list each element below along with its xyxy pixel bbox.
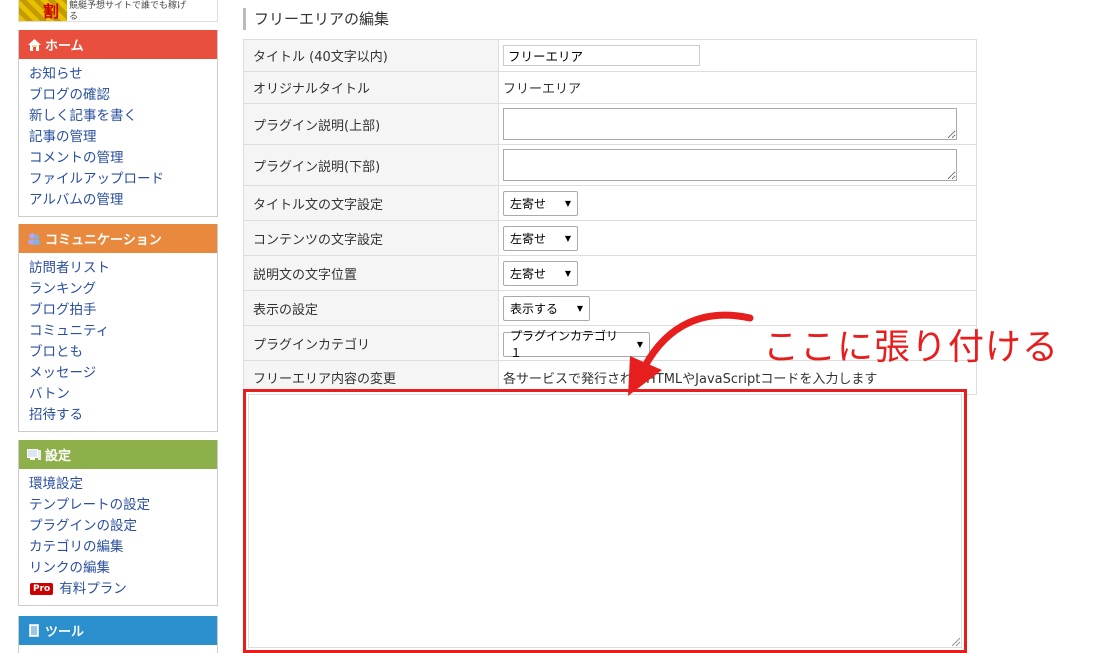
sidebar-home-section: ホーム お知らせ ブログの確認 新しく記事を書く 記事の管理 コメントの管理 フ… <box>18 30 218 217</box>
display-label: 表示の設定 <box>243 290 499 326</box>
form-row-title-align: タイトル文の文字設定 左寄せ ▼ <box>243 185 977 221</box>
desc-bottom-label: プラグイン説明(下部) <box>243 144 499 186</box>
sidebar-item-manage-comments[interactable]: コメントの管理 <box>29 148 217 169</box>
ad-text-line2: る <box>69 12 79 22</box>
sidebar-item-messages[interactable]: メッセージ <box>29 363 217 384</box>
desc-bottom-textarea[interactable] <box>503 149 957 181</box>
content-align-label: コンテンツの文字設定 <box>243 220 499 256</box>
sidebar-home-title: ホーム <box>45 39 84 54</box>
tool-icon <box>27 624 41 638</box>
sidebar-item-blog-clap[interactable]: ブログ拍手 <box>29 300 217 321</box>
sidebar-item-invite[interactable]: 招待する <box>29 405 217 426</box>
dropdown-arrow-icon: ▼ <box>564 198 571 208</box>
sidebar-tools-section: ツール <box>18 616 218 653</box>
form-row-title: タイトル (40文字以内) <box>243 39 977 72</box>
monitor-icon <box>27 448 41 462</box>
title-input[interactable] <box>503 45 700 66</box>
title-align-label: タイトル文の文字設定 <box>243 185 499 221</box>
sidebar-home-header[interactable]: ホーム <box>19 30 217 59</box>
sidebar-settings-header[interactable]: 設定 <box>19 440 217 469</box>
home-icon <box>27 38 41 52</box>
display-select[interactable]: 表示する ▼ <box>503 295 590 321</box>
page-title: フリーエリアの編集 <box>243 8 389 30</box>
sidebar-settings-list: 環境設定 テンプレートの設定 プラグインの設定 カテゴリの編集 リンクの編集 P… <box>19 469 217 605</box>
ad-text-line1: 競艇予想サイトで誰でも稼げ <box>69 1 187 11</box>
sidebar-tools-title: ツール <box>45 625 85 640</box>
sidebar-item-environment[interactable]: 環境設定 <box>29 474 217 495</box>
sidebar-item-category[interactable]: カテゴリの編集 <box>29 537 217 558</box>
desc-top-textarea[interactable] <box>503 108 957 140</box>
people-icon <box>27 232 41 246</box>
sidebar-item-blog-friends[interactable]: ブロとも <box>29 342 217 363</box>
sidebar-ad-banner[interactable]: 割 競艇予想サイトで誰でも稼げ る <box>18 0 218 22</box>
sidebar-communication-title: コミュニケーション <box>45 233 162 248</box>
annotation-arrow-icon <box>628 311 754 396</box>
sidebar-item-view-blog[interactable]: ブログの確認 <box>29 85 217 106</box>
content-textarea-highlight <box>243 389 967 653</box>
desc-align-label: 説明文の文字位置 <box>243 255 499 291</box>
sidebar-communication-header[interactable]: コミュニケーション <box>19 224 217 253</box>
content-textarea[interactable] <box>248 394 962 648</box>
pro-badge: Pro <box>30 583 54 595</box>
sidebar-item-plugin[interactable]: プラグインの設定 <box>29 516 217 537</box>
sidebar-item-visitors[interactable]: 訪問者リスト <box>29 258 217 279</box>
desc-align-value: 左寄せ <box>510 266 547 281</box>
desc-align-select[interactable]: 左寄せ ▼ <box>503 260 578 286</box>
dropdown-arrow-icon: ▼ <box>564 233 571 243</box>
dropdown-arrow-icon: ▼ <box>564 268 571 278</box>
sidebar-item-links[interactable]: リンクの編集 <box>29 558 217 579</box>
display-value: 表示する <box>510 301 559 316</box>
sidebar-item-paid-plan[interactable]: Pro 有料プラン <box>29 579 217 600</box>
sidebar-home-list: お知らせ ブログの確認 新しく記事を書く 記事の管理 コメントの管理 ファイルア… <box>19 59 217 216</box>
content-align-value: 左寄せ <box>510 231 547 246</box>
sidebar-settings-section: 設定 環境設定 テンプレートの設定 プラグインの設定 カテゴリの編集 リンクの編… <box>18 440 218 606</box>
sidebar-tools-header[interactable]: ツール <box>19 616 217 645</box>
sidebar-item-ranking[interactable]: ランキング <box>29 279 217 300</box>
sidebar-item-baton[interactable]: バトン <box>29 384 217 405</box>
category-label: プラグインカテゴリ <box>243 325 499 361</box>
sidebar-communication-list: 訪問者リスト ランキング ブログ拍手 コミュニティ ブロとも メッセージ バトン… <box>19 253 217 431</box>
form-row-desc-top: プラグイン説明(上部) <box>243 103 977 145</box>
sidebar-item-file-upload[interactable]: ファイルアップロード <box>29 169 217 190</box>
sidebar-settings-title: 設定 <box>45 449 72 464</box>
annotation-text: ここに張り付ける <box>763 327 1060 368</box>
ad-logo: 割 <box>19 0 67 21</box>
original-title-label: オリジナルタイトル <box>243 71 499 104</box>
form-row-desc-bottom: プラグイン説明(下部) <box>243 144 977 186</box>
sidebar-communication-section: コミュニケーション 訪問者リスト ランキング ブログ拍手 コミュニティ ブロとも… <box>18 224 218 432</box>
title-label: タイトル (40文字以内) <box>243 39 499 72</box>
ad-text: 競艇予想サイトで誰でも稼げ る <box>67 0 187 22</box>
sidebar-item-template[interactable]: テンプレートの設定 <box>29 495 217 516</box>
original-title-value: フリーエリア <box>498 71 977 104</box>
sidebar-item-community[interactable]: コミュニティ <box>29 321 217 342</box>
sidebar-item-new-post[interactable]: 新しく記事を書く <box>29 106 217 127</box>
form-row-desc-align: 説明文の文字位置 左寄せ ▼ <box>243 255 977 291</box>
dropdown-arrow-icon: ▼ <box>576 303 583 313</box>
desc-top-label: プラグイン説明(上部) <box>243 103 499 145</box>
ad-logo-char: 割 <box>43 2 60 21</box>
resize-grip-icon[interactable] <box>952 638 960 646</box>
sidebar-item-manage-albums[interactable]: アルバムの管理 <box>29 190 217 211</box>
sidebar-item-manage-posts[interactable]: 記事の管理 <box>29 127 217 148</box>
paid-plan-label: 有料プラン <box>59 581 127 597</box>
title-align-value: 左寄せ <box>510 196 547 211</box>
sidebar-item-notices[interactable]: お知らせ <box>29 64 217 85</box>
form-row-content-align: コンテンツの文字設定 左寄せ ▼ <box>243 220 977 256</box>
form-row-original-title: オリジナルタイトル フリーエリア <box>243 71 977 104</box>
content-align-select[interactable]: 左寄せ ▼ <box>503 225 578 251</box>
title-align-select[interactable]: 左寄せ ▼ <box>503 190 578 216</box>
